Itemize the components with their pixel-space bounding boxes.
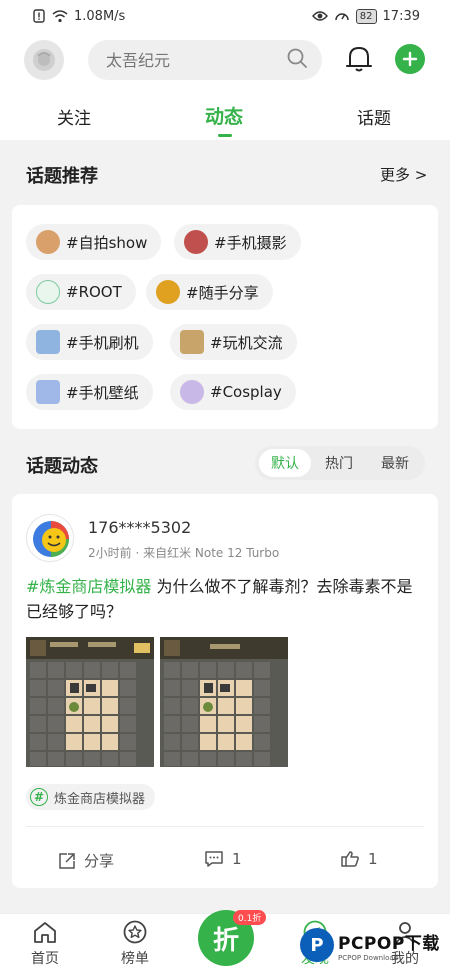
topic-chip[interactable]: #Cosplay	[170, 374, 296, 410]
pcpop-watermark: P PCPOP下载 PCPOP Download	[300, 920, 450, 970]
search-input[interactable]	[106, 50, 256, 70]
post-divider	[26, 826, 424, 827]
eye-icon	[311, 10, 328, 22]
watermark-sub-text: PCPOP Download	[338, 953, 399, 962]
topic-chip-label: #手机摄影	[214, 233, 287, 252]
hash-icon: #	[30, 788, 48, 806]
author-avatar-image	[33, 521, 69, 557]
topic-chip[interactable]: #随手分享	[146, 274, 273, 310]
topic-chip-label: #玩机交流	[210, 333, 283, 352]
comment-button[interactable]: 1	[204, 850, 242, 868]
top-header: 关注 动态 话题	[0, 32, 450, 140]
speed-gauge-icon	[334, 9, 350, 23]
topic-recommend-title: 话题推荐	[26, 166, 98, 187]
topic-chip[interactable]: #玩机交流	[170, 324, 297, 360]
topic-chip[interactable]: #ROOT	[26, 274, 136, 310]
like-count: 1	[368, 850, 378, 868]
comment-icon	[205, 851, 223, 867]
topic-chip[interactable]: #手机壁纸	[26, 374, 153, 410]
sort-hot-button[interactable]: 热门	[313, 449, 365, 477]
post-topic-link[interactable]: #炼金商店模拟器	[26, 577, 151, 596]
topic-chip-label: #手机刷机	[66, 333, 139, 352]
bell-icon	[346, 47, 372, 72]
post-image[interactable]	[160, 637, 288, 767]
post-image[interactable]	[26, 637, 154, 767]
search-bar[interactable]	[88, 40, 322, 80]
topic-chip-label: #随手分享	[186, 283, 259, 302]
share-icon	[59, 852, 75, 869]
topic-chip-label: #ROOT	[66, 283, 122, 301]
topic-thumbnail	[36, 380, 60, 404]
topic-recommend-card: #自拍show #手机摄影 #ROOT #随手分享 #手机刷机 #玩机交流 #手…	[12, 205, 438, 429]
sort-latest-button[interactable]: 最新	[369, 449, 421, 477]
watermark-main-text: PCPOP下载	[338, 933, 440, 954]
thumbs-up-icon	[341, 851, 359, 867]
status-bar: 1.08M/s 82 17:39	[0, 0, 450, 32]
topic-thumbnail	[184, 230, 208, 254]
topic-chip-label: #手机壁纸	[66, 383, 139, 402]
nav-home[interactable]: 首页	[15, 920, 75, 968]
nav-home-label: 首页	[31, 951, 59, 967]
post-card[interactable]: 176****5302 2小时前 · 来自红米 Note 12 Turbo #炼…	[12, 494, 438, 888]
topic-thumbnail	[36, 280, 60, 304]
nav-ranking[interactable]: 榜单	[105, 920, 165, 968]
post-topic-tag-label: 炼金商店模拟器	[54, 791, 146, 807]
game-screenshot	[160, 637, 288, 766]
comment-count: 1	[232, 850, 242, 868]
active-tab-indicator	[218, 134, 232, 137]
post-topic-tag[interactable]: # 炼金商店模拟器	[26, 784, 156, 810]
sort-default-button[interactable]: 默认	[259, 449, 311, 477]
like-button[interactable]: 1	[340, 850, 378, 868]
nav-ranking-label: 榜单	[121, 951, 149, 967]
post-author-name[interactable]: 176****5302	[88, 518, 191, 537]
post-meta: 2小时前 · 来自红米 Note 12 Turbo	[88, 546, 280, 560]
plus-icon	[402, 51, 418, 67]
topic-chip-label: #Cosplay	[210, 383, 282, 401]
home-icon	[34, 922, 56, 943]
main-tabs: 关注 动态 话题	[0, 98, 450, 138]
more-topics-link[interactable]: 更多 >	[380, 164, 427, 185]
topic-thumbnail	[180, 330, 204, 354]
pcpop-logo-icon: P	[300, 928, 334, 962]
search-icon[interactable]	[286, 47, 308, 73]
topic-chip-label: #自拍show	[66, 233, 148, 252]
topic-chip[interactable]: #自拍show	[26, 224, 162, 260]
notification-button[interactable]	[342, 42, 376, 76]
topic-thumbnail	[180, 380, 204, 404]
network-speed: 1.08M/s	[74, 8, 126, 24]
wifi-icon	[52, 9, 68, 23]
topic-thumbnail	[36, 330, 60, 354]
post-content[interactable]: #炼金商店模拟器 为什么做不了解毒剂？去除毒素不是已经够了吗？	[26, 574, 426, 624]
share-button[interactable]: 分享	[58, 850, 114, 871]
post-author-avatar[interactable]	[26, 514, 74, 562]
game-screenshot	[26, 637, 154, 766]
user-avatar-button[interactable]	[24, 40, 64, 80]
topic-thumbnail	[156, 280, 180, 304]
clock: 17:39	[382, 8, 420, 24]
add-post-button[interactable]	[395, 44, 425, 74]
topic-feed-title: 话题动态	[26, 456, 98, 477]
alert-icon	[32, 9, 46, 23]
battery-indicator: 82	[355, 8, 377, 24]
share-label: 分享	[84, 852, 115, 870]
topic-thumbnail	[36, 230, 60, 254]
tab-following[interactable]: 关注	[57, 104, 91, 129]
feed-sort-filter: 默认 热门 最新	[255, 446, 425, 480]
discount-badge: 0.1折	[233, 910, 267, 925]
tab-topics[interactable]: 话题	[357, 104, 391, 129]
star-icon	[123, 920, 147, 944]
avatar-placeholder-icon	[33, 49, 55, 71]
topic-chip[interactable]: #手机刷机	[26, 324, 153, 360]
tab-feed[interactable]: 动态	[205, 102, 243, 129]
topic-chip[interactable]: #手机摄影	[174, 224, 301, 260]
